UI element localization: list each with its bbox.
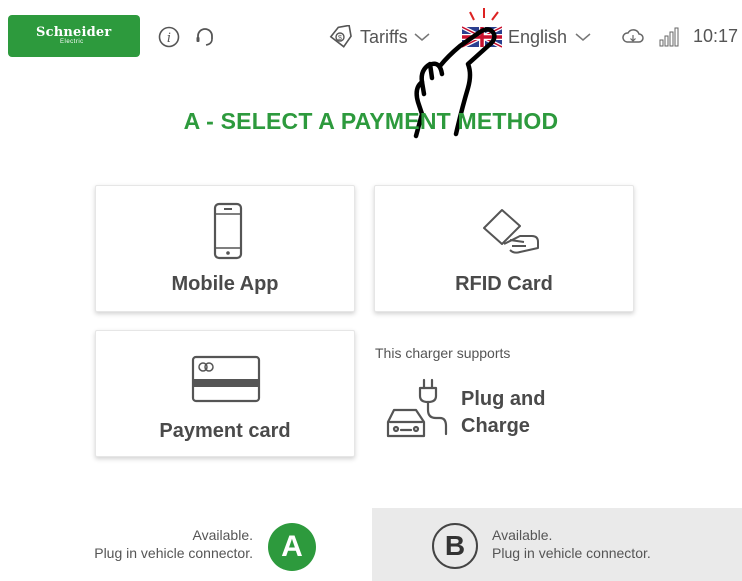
svg-text:$: $ xyxy=(338,35,342,42)
connector-a-status-text: Available. xyxy=(192,527,253,543)
signal-strength-icon xyxy=(658,26,680,48)
clock-time: 10:17 xyxy=(692,26,738,46)
connector-b-panel[interactable]: B Available. Plug in vehicle connector. xyxy=(372,508,742,581)
page-title: A - SELECT A PAYMENT METHOD xyxy=(183,108,559,134)
plug-and-charge-line2: Charge xyxy=(461,415,530,437)
mobile-phone-icon xyxy=(213,202,243,260)
payment-card-label: Payment card xyxy=(159,420,291,442)
connector-a-hint: Plug in vehicle connector. xyxy=(94,545,253,561)
schneider-logo: Schneider Electric xyxy=(8,15,140,57)
connector-a-panel[interactable]: Available. Plug in vehicle connector. A xyxy=(0,508,371,581)
logo-main-text: Schneider xyxy=(36,25,112,40)
svg-text:i: i xyxy=(167,31,171,46)
rfid-card-button[interactable]: RFID Card xyxy=(374,185,634,312)
connector-a-badge: A xyxy=(268,523,316,571)
payment-card-icon xyxy=(191,355,261,403)
rfid-card-label: RFID Card xyxy=(455,273,553,295)
plug-and-charge-car-icon xyxy=(386,378,448,438)
tariffs-label: Tariffs xyxy=(360,26,408,47)
plug-and-charge-label: Plug and Charge xyxy=(461,386,581,440)
rfid-card-icon xyxy=(483,209,539,254)
payment-card-button[interactable]: Payment card xyxy=(95,330,355,457)
mobile-app-button[interactable]: Mobile App xyxy=(95,185,355,312)
chevron-down-icon xyxy=(575,33,591,41)
logo-sub-text: Electric xyxy=(60,39,84,45)
info-icon[interactable]: i xyxy=(158,26,180,48)
connector-b-hint: Plug in vehicle connector. xyxy=(492,545,651,561)
mobile-app-label: Mobile App xyxy=(171,273,279,295)
charger-supports-text: This charger supports xyxy=(375,345,511,361)
connector-b-badge: B xyxy=(432,523,478,569)
plug-and-charge-line1: Plug and xyxy=(461,388,546,410)
header-bar: Schneider Electric i $ Tariffs English 1… xyxy=(0,0,742,70)
connector-b-status-text: Available. xyxy=(492,527,553,543)
language-label: English xyxy=(508,26,568,47)
tariff-tag-icon: $ xyxy=(329,25,352,48)
support-headset-icon[interactable] xyxy=(194,26,216,48)
cloud-sync-icon xyxy=(620,26,646,48)
connector-b-status: Available. Plug in vehicle connector. xyxy=(492,526,651,562)
connector-a-status: Available. Plug in vehicle connector. xyxy=(94,526,253,562)
